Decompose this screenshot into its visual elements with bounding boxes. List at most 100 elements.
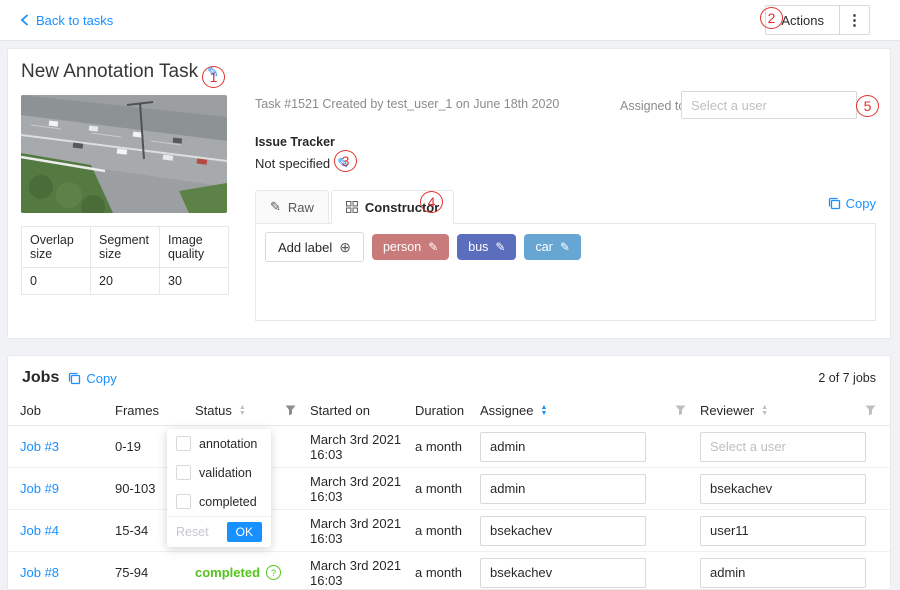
- filter-option-completed[interactable]: completed: [167, 487, 271, 516]
- label-car-name: car: [535, 240, 552, 254]
- segment-size-value: 20: [91, 268, 160, 295]
- edit-label-car-icon: ✎: [560, 240, 570, 254]
- annotation-marker-4: 4: [420, 191, 443, 213]
- job-duration: a month: [415, 565, 480, 580]
- image-quality-value: 30: [160, 268, 229, 295]
- labels-tabs: ✎ Raw Constructor Copy: [255, 187, 876, 224]
- tab-raw[interactable]: ✎ Raw: [255, 190, 329, 224]
- label-chip-bus[interactable]: bus ✎: [457, 234, 516, 260]
- add-label-text: Add label: [278, 240, 332, 255]
- job-status: completed ?: [195, 565, 310, 580]
- job-started: March 3rd 2021 16:03: [310, 558, 415, 588]
- job-row: Job #3 0-19 March 3rd 2021 16:03 a month: [8, 426, 890, 468]
- tab-raw-label: Raw: [288, 200, 314, 215]
- chevron-left-icon: [20, 14, 29, 26]
- filter-reset-button[interactable]: Reset: [176, 525, 209, 539]
- job-assignee-input[interactable]: [480, 516, 646, 546]
- filter-option-label: annotation: [199, 437, 257, 451]
- job-duration: a month: [415, 481, 480, 496]
- status-sorter-icon[interactable]: ▲ ▼: [239, 405, 246, 416]
- assigned-to-label: Assigned to: [620, 99, 685, 113]
- caret-down-icon: ▼: [540, 411, 547, 417]
- filter-option-annotation[interactable]: annotation: [167, 429, 271, 458]
- labels-copy-label: Copy: [846, 196, 876, 211]
- job-row: Job #8 75-94 completed ? March 3rd 2021 …: [8, 552, 890, 590]
- checkbox-icon[interactable]: [176, 436, 191, 451]
- job-reviewer-input[interactable]: [700, 558, 866, 588]
- copy-icon: [68, 372, 81, 385]
- task-assignee-input[interactable]: [681, 91, 857, 119]
- assignee-sorter-icon[interactable]: ▲ ▼: [540, 405, 547, 416]
- caret-down-icon: ▼: [761, 411, 768, 417]
- filter-option-validation[interactable]: validation: [167, 458, 271, 487]
- reviewer-filter-icon[interactable]: [865, 405, 876, 416]
- job-assignee-input[interactable]: [480, 558, 646, 588]
- back-to-tasks-link[interactable]: Back to tasks: [20, 13, 113, 28]
- column-started-on: Started on: [310, 403, 415, 418]
- jobs-card: Jobs Copy 2 of 7 jobs Job Frames Status …: [7, 355, 891, 590]
- task-title: New Annotation Task: [21, 61, 198, 83]
- column-frames: Frames: [115, 403, 195, 418]
- job-link[interactable]: Job #8: [20, 565, 59, 580]
- column-job: Job: [20, 403, 115, 418]
- filter-ok-button[interactable]: OK: [227, 522, 262, 542]
- annotation-marker-3: 3: [334, 150, 357, 172]
- filter-option-label: validation: [199, 466, 252, 480]
- add-label-button[interactable]: Add label ⊕: [265, 232, 364, 262]
- job-reviewer-input[interactable]: [700, 432, 866, 462]
- column-duration: Duration: [415, 403, 480, 418]
- job-assignee-input[interactable]: [480, 474, 646, 504]
- job-duration: a month: [415, 523, 480, 538]
- annotation-marker-2: 2: [760, 7, 783, 29]
- task-details-card: New Annotation Task ✎: [7, 48, 891, 339]
- actions-menu-button[interactable]: ⋮: [840, 5, 870, 35]
- job-link[interactable]: Job #4: [20, 523, 59, 538]
- status-filter-icon[interactable]: [285, 405, 296, 416]
- jobs-title: Jobs: [22, 369, 59, 387]
- back-to-tasks-label: Back to tasks: [36, 13, 113, 28]
- job-reviewer-input[interactable]: [700, 516, 866, 546]
- task-params-table: Overlap size Segment size Image quality …: [21, 226, 229, 295]
- jobs-copy-link[interactable]: Copy: [68, 371, 116, 386]
- copy-icon: [828, 197, 841, 210]
- column-assignee[interactable]: Assignee ▲ ▼: [480, 403, 700, 418]
- column-reviewer[interactable]: Reviewer ▲ ▼: [700, 403, 878, 418]
- job-link[interactable]: Job #9: [20, 481, 59, 496]
- status-filter-dropdown: annotation validation completed Reset OK: [167, 429, 271, 547]
- label-chip-person[interactable]: person ✎: [372, 234, 449, 260]
- issue-tracker-label: Issue Tracker: [255, 135, 335, 149]
- raw-edit-icon: ✎: [270, 199, 281, 215]
- params-value-row: 0 20 30: [22, 268, 229, 295]
- job-reviewer-input[interactable]: [700, 474, 866, 504]
- edit-label-bus-icon: ✎: [495, 240, 505, 254]
- job-started: March 3rd 2021 16:03: [310, 432, 415, 462]
- job-assignee-input[interactable]: [480, 432, 646, 462]
- job-started: March 3rd 2021 16:03: [310, 474, 415, 504]
- labels-copy-link[interactable]: Copy: [828, 196, 876, 211]
- annotation-marker-1: 1: [202, 66, 225, 88]
- kebab-icon: ⋮: [847, 11, 862, 29]
- overlap-size-value: 0: [22, 268, 91, 295]
- assignee-filter-icon[interactable]: [675, 405, 686, 416]
- jobs-count: 2 of 7 jobs: [818, 371, 876, 385]
- job-link[interactable]: Job #3: [20, 439, 59, 454]
- annotation-marker-5: 5: [856, 95, 879, 117]
- jobs-header-row: Jobs Copy 2 of 7 jobs: [8, 356, 890, 387]
- overlap-size-header: Overlap size: [22, 227, 91, 268]
- params-header-row: Overlap size Segment size Image quality: [22, 227, 229, 268]
- checkbox-icon[interactable]: [176, 465, 191, 480]
- label-person-name: person: [383, 240, 421, 254]
- checkbox-icon[interactable]: [176, 494, 191, 509]
- column-status[interactable]: Status ▲ ▼: [195, 403, 310, 418]
- job-duration: a month: [415, 439, 480, 454]
- labels-constructor-area: Add label ⊕ person ✎ bus ✎ car ✎: [255, 223, 876, 321]
- issue-tracker-value: Not specified: [255, 156, 330, 171]
- constructor-icon: [346, 201, 358, 213]
- label-chip-car[interactable]: car ✎: [524, 234, 580, 260]
- column-status-label: Status: [195, 403, 232, 418]
- segment-size-header: Segment size: [91, 227, 160, 268]
- task-preview-image: [21, 95, 227, 213]
- jobs-copy-label: Copy: [86, 371, 116, 386]
- status-info-icon[interactable]: ?: [266, 565, 281, 580]
- reviewer-sorter-icon[interactable]: ▲ ▼: [761, 405, 768, 416]
